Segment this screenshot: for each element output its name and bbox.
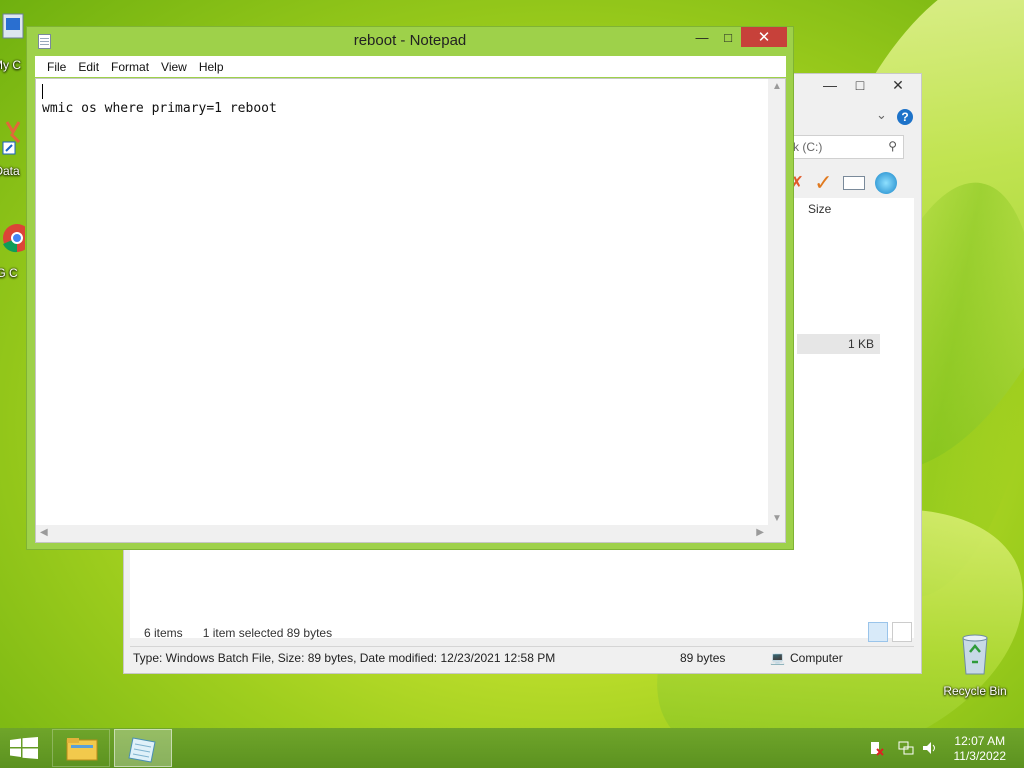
chevron-down-icon[interactable]: ⌄: [876, 107, 887, 123]
menu-help[interactable]: Help: [193, 60, 230, 74]
desktop-icon-label: My C: [0, 58, 21, 72]
desktop-icon-label: Recycle Bin: [943, 684, 1007, 698]
status-bar: Type: Windows Batch File, Size: 89 bytes…: [130, 646, 914, 668]
scroll-down-icon[interactable]: ▼: [772, 513, 782, 524]
checkmark-icon[interactable]: ✓: [814, 170, 832, 196]
view-switcher: [868, 622, 912, 642]
menu-file[interactable]: File: [41, 60, 72, 74]
clock-date: 11/3/2022: [953, 749, 1007, 763]
maximize-button[interactable]: □: [845, 74, 875, 96]
desktop-icon-label: G C: [0, 266, 18, 280]
properties-icon[interactable]: [874, 172, 897, 194]
scroll-right-icon[interactable]: ▶: [756, 527, 764, 538]
items-count: 6 items: [144, 626, 183, 640]
folder-icon: [66, 738, 98, 761]
caption-buttons: — □ ✕: [689, 27, 787, 47]
windows-logo-icon: [10, 737, 38, 759]
taskbar: 12:07 AM 11/3/2022: [0, 728, 1024, 768]
explorer-toolbar: ✗ ✓: [789, 170, 897, 196]
desktop-icon-recycle-bin[interactable]: Recycle Bin: [940, 630, 1010, 698]
details-view-icon[interactable]: [868, 622, 888, 642]
minimize-button[interactable]: —: [689, 27, 715, 47]
computer-icon: 💻: [770, 651, 785, 665]
notepad-icon: [128, 737, 156, 763]
scroll-left-icon[interactable]: ◀: [40, 527, 48, 538]
clock-time: 12:07 AM: [954, 734, 1006, 748]
large-icons-view-icon[interactable]: [892, 622, 912, 642]
search-input[interactable]: k (C:) ⚲: [786, 135, 904, 159]
status-file-info: Type: Windows Batch File, Size: 89 bytes…: [133, 651, 556, 665]
vertical-scrollbar[interactable]: ▲ ▼: [768, 79, 785, 526]
menu-view[interactable]: View: [155, 60, 193, 74]
minimize-button[interactable]: —: [815, 74, 845, 96]
explorer-item-summary: 6 items 1 item selected 89 bytes: [144, 626, 332, 640]
search-icon: ⚲: [888, 139, 897, 153]
window-title: reboot - Notepad: [353, 32, 467, 49]
size-grip[interactable]: [768, 525, 785, 542]
menu-format[interactable]: Format: [105, 60, 155, 74]
scroll-up-icon[interactable]: ▲: [772, 81, 782, 92]
desktop-icon-label: Data: [0, 164, 20, 178]
taskbar-notepad[interactable]: [114, 729, 172, 767]
action-center-icon[interactable]: [868, 740, 884, 756]
close-button[interactable]: ✕: [741, 27, 787, 47]
text-editor[interactable]: wmic os where primary=1 reboot ▲ ▼ ◀ ▶: [35, 78, 786, 543]
column-header-size[interactable]: Size: [808, 202, 831, 216]
editor-content[interactable]: wmic os where primary=1 reboot: [42, 101, 277, 116]
close-button[interactable]: ✕: [875, 74, 921, 96]
selection-info: 1 item selected 89 bytes: [202, 626, 333, 640]
status-size: 89 bytes: [680, 651, 726, 665]
status-zone: Computer: [790, 651, 843, 665]
recycle-bin-icon: [940, 630, 1010, 681]
help-icon[interactable]: ?: [897, 109, 913, 125]
explorer-caption-buttons: — □ ✕: [815, 74, 921, 98]
taskbar-clock[interactable]: 12:07 AM 11/3/2022: [954, 734, 1007, 764]
rename-icon[interactable]: [842, 176, 865, 190]
menu-bar: File Edit Format View Help: [35, 56, 786, 77]
menu-edit[interactable]: Edit: [72, 60, 105, 74]
search-placeholder: k (C:): [793, 140, 823, 154]
network-icon[interactable]: [898, 740, 914, 756]
horizontal-scrollbar[interactable]: ◀ ▶: [36, 525, 768, 542]
maximize-button[interactable]: □: [715, 27, 741, 47]
notepad-window[interactable]: reboot - Notepad — □ ✕ File Edit Format …: [26, 26, 794, 550]
text-caret: [42, 84, 43, 99]
volume-icon[interactable]: [922, 740, 938, 756]
file-size-cell: 1 KB: [797, 334, 880, 354]
start-button[interactable]: [10, 737, 38, 759]
taskbar-file-explorer[interactable]: [52, 729, 110, 767]
